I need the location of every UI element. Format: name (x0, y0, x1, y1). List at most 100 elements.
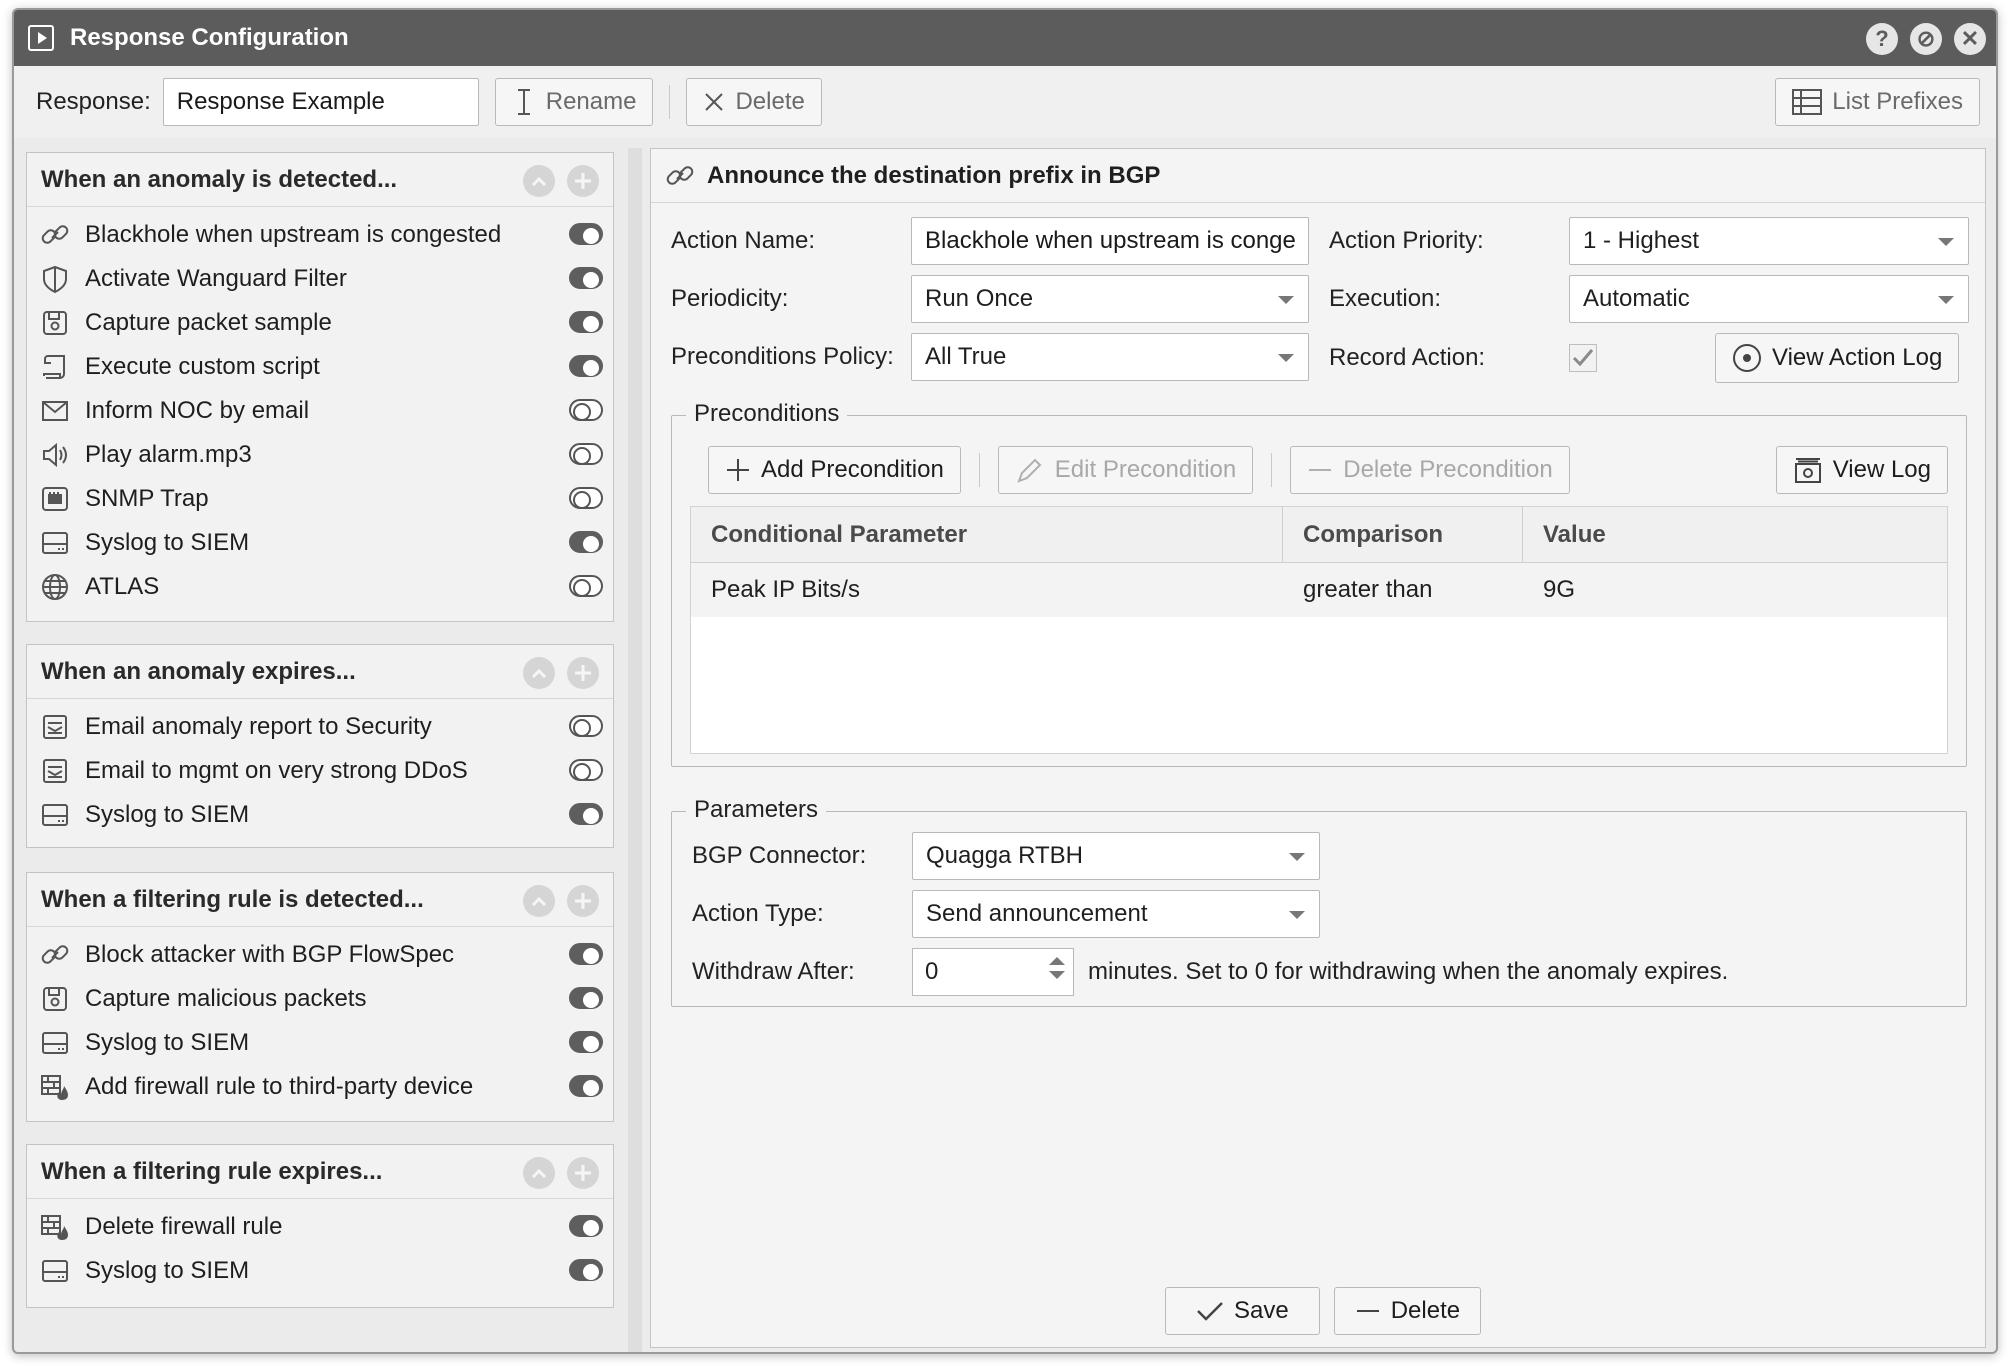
action-type-select[interactable]: Send announcement (912, 890, 1320, 938)
help-icon[interactable]: ? (1866, 23, 1898, 55)
collapse-icon[interactable] (523, 1157, 555, 1189)
parameters-legend: Parameters (686, 796, 827, 824)
enable-toggle[interactable] (569, 987, 603, 1009)
enable-toggle[interactable] (569, 487, 603, 509)
preconditions-table: Conditional Parameter Comparison Value P… (690, 506, 1948, 754)
add-precondition-button[interactable]: Add Precondition (708, 446, 961, 494)
list-item[interactable]: Execute custom script (27, 345, 613, 389)
enable-toggle[interactable] (569, 399, 603, 421)
text-cursor-icon (517, 89, 530, 115)
periodicity-select[interactable]: Run Once (911, 275, 1309, 323)
speaker-icon (39, 439, 71, 471)
list-item-label: Email anomaly report to Security (85, 713, 432, 740)
server-icon (39, 1255, 71, 1287)
list-item[interactable]: Delete firewall rule (27, 1205, 613, 1249)
enable-toggle[interactable] (569, 1075, 603, 1097)
enable-toggle[interactable] (569, 715, 603, 737)
anomaly-expires-group: When an anomaly expires... Email anomaly … (26, 644, 614, 848)
column-header-value[interactable]: Value (1523, 507, 1947, 562)
add-action-icon[interactable] (567, 657, 599, 689)
add-action-icon[interactable] (567, 885, 599, 917)
plus-icon (575, 893, 591, 909)
list-item[interactable]: Syslog to SIEM (27, 1021, 613, 1065)
list-item-label: Blackhole when upstream is congested (85, 221, 502, 248)
collapse-icon[interactable] (523, 165, 555, 197)
list-item[interactable]: Inform NOC by email (27, 389, 613, 433)
action-editor-panel: Announce the destination prefix in BGP A… (650, 148, 1986, 1348)
parameters-fieldset: Parameters BGP Connector: Quagga RTBH Ac… (671, 796, 1967, 1007)
column-header-parameter[interactable]: Conditional Parameter (691, 507, 1283, 562)
enable-toggle[interactable] (569, 443, 603, 465)
list-item[interactable]: Capture malicious packets (27, 977, 613, 1021)
enable-toggle[interactable] (569, 803, 603, 825)
edit-precondition-button[interactable]: Edit Precondition (997, 446, 1254, 494)
list-item[interactable]: Blackhole when upstream is congested (27, 213, 613, 257)
list-item-label: Play alarm.mp3 (85, 441, 252, 468)
enable-toggle[interactable] (569, 267, 603, 289)
column-header-comparison[interactable]: Comparison (1283, 507, 1523, 562)
enable-toggle[interactable] (569, 1031, 603, 1053)
group-header: When a filtering rule is detected... (27, 873, 613, 927)
link-icon (39, 939, 71, 971)
enable-toggle[interactable] (569, 355, 603, 377)
enable-toggle[interactable] (569, 531, 603, 553)
minimize-icon[interactable]: ⊘ (1910, 23, 1942, 55)
view-action-log-button[interactable]: View Action Log (1715, 333, 1960, 383)
list-item[interactable]: Capture packet sample (27, 301, 613, 345)
minus-icon (1309, 469, 1332, 471)
enable-toggle[interactable] (569, 311, 603, 333)
list-item[interactable]: Add firewall rule to third-party device (27, 1065, 613, 1109)
list-item[interactable]: Play alarm.mp3 (27, 433, 613, 477)
list-item[interactable]: Syslog to SIEM (27, 1249, 613, 1293)
execution-select[interactable]: Automatic (1569, 275, 1969, 323)
record-action-checkbox[interactable] (1569, 344, 1597, 372)
list-prefixes-button[interactable]: List Prefixes (1775, 78, 1980, 126)
withdraw-after-stepper[interactable]: 0 (912, 948, 1074, 996)
bgp-connector-select[interactable]: Quagga RTBH (912, 832, 1320, 880)
collapse-icon[interactable] (523, 885, 555, 917)
delete-action-button[interactable]: Delete (1333, 1287, 1482, 1335)
panel-splitter[interactable] (628, 148, 642, 1352)
rename-button[interactable]: Rename (494, 78, 654, 126)
action-priority-select[interactable]: 1 - Highest (1569, 217, 1969, 265)
group-title: When an anomaly expires... (41, 657, 356, 685)
enable-toggle[interactable] (569, 759, 603, 781)
enable-toggle[interactable] (569, 943, 603, 965)
withdraw-after-label: Withdraw After: (692, 958, 855, 985)
list-item[interactable]: SNMP Trap (27, 477, 613, 521)
decrement-icon[interactable] (1049, 971, 1065, 979)
list-item[interactable]: Activate Wanguard Filter (27, 257, 613, 301)
delete-precondition-label: Delete Precondition (1343, 456, 1553, 483)
enable-toggle[interactable] (569, 1259, 603, 1281)
view-log-label: View Log (1832, 456, 1931, 483)
list-item[interactable]: Syslog to SIEM (27, 793, 613, 837)
preconditions-policy-select[interactable]: All True (911, 333, 1309, 381)
response-name-input[interactable]: Response Example (162, 78, 479, 126)
delete-precondition-button[interactable]: Delete Precondition (1290, 446, 1570, 494)
chevron-up-icon (531, 1168, 547, 1179)
script-icon (39, 351, 71, 383)
close-icon[interactable]: ✕ (1954, 23, 1986, 55)
checkmark-icon (1572, 349, 1594, 367)
list-item-label: Inform NOC by email (85, 397, 310, 424)
view-log-button[interactable]: View Log (1775, 446, 1948, 494)
add-action-icon[interactable] (567, 1157, 599, 1189)
enable-toggle[interactable] (569, 575, 603, 597)
delete-response-button[interactable]: Delete (686, 78, 822, 126)
add-action-icon[interactable] (567, 165, 599, 197)
filtering-rule-expires-group: When a filtering rule expires... Delete f… (26, 1144, 614, 1308)
list-item[interactable]: Block attacker with BGP FlowSpec (27, 933, 613, 977)
increment-icon[interactable] (1049, 957, 1065, 965)
save-button[interactable]: Save (1165, 1287, 1320, 1335)
list-item[interactable]: Syslog to SIEM (27, 521, 613, 565)
action-name-input[interactable]: Blackhole when upstream is conge (911, 217, 1309, 265)
enable-toggle[interactable] (569, 1215, 603, 1237)
table-row[interactable]: Peak IP Bits/s greater than 9G (691, 563, 1947, 617)
action-name-label: Action Name: (671, 227, 816, 254)
enable-toggle[interactable] (569, 223, 603, 245)
list-item[interactable]: ATLAS (27, 565, 613, 609)
collapse-icon[interactable] (523, 657, 555, 689)
list-item-label: Capture packet sample (85, 309, 332, 336)
list-item[interactable]: Email to mgmt on very strong DDoS (27, 749, 613, 793)
list-item[interactable]: Email anomaly report to Security (27, 705, 613, 749)
